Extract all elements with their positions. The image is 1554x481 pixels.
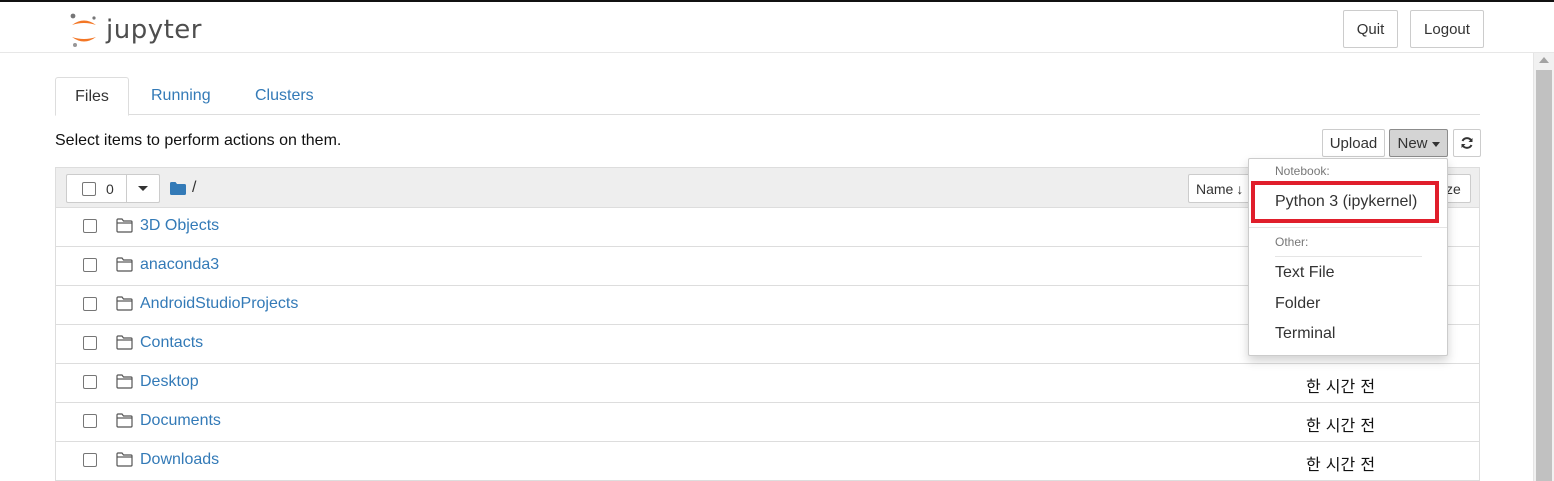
folder-outline-icon bbox=[116, 218, 133, 233]
folder-outline-icon bbox=[116, 257, 133, 272]
new-button[interactable]: New bbox=[1389, 129, 1448, 157]
top-header: jupyter Quit Logout bbox=[0, 0, 1554, 53]
selected-count: 0 bbox=[106, 180, 114, 197]
list-item[interactable]: Desktop 한 시간 전 bbox=[56, 364, 1479, 403]
list-item[interactable]: Downloads 한 시간 전 bbox=[56, 442, 1479, 481]
file-name-link[interactable]: 3D Objects bbox=[140, 217, 219, 235]
logout-button[interactable]: Logout bbox=[1410, 10, 1484, 48]
tab-running[interactable]: Running bbox=[151, 77, 211, 115]
select-all-checkbox[interactable] bbox=[82, 181, 96, 196]
jupyter-logo-icon bbox=[70, 13, 96, 47]
breadcrumb[interactable]: / bbox=[170, 179, 196, 197]
folder-outline-icon bbox=[116, 452, 133, 467]
menu-item-folder[interactable]: Folder bbox=[1275, 295, 1320, 313]
modified-time: 한 시간 전 bbox=[1306, 416, 1376, 435]
row-checkbox[interactable] bbox=[83, 453, 97, 467]
folder-outline-icon bbox=[116, 413, 133, 428]
scroll-up-arrow-icon[interactable] bbox=[1539, 57, 1549, 63]
row-checkbox[interactable] bbox=[83, 336, 97, 350]
folder-outline-icon bbox=[116, 335, 133, 350]
logo-text: jupyter bbox=[106, 15, 202, 45]
quit-button[interactable]: Quit bbox=[1343, 10, 1398, 48]
folder-outline-icon bbox=[116, 374, 133, 389]
selection-hint: Select items to perform actions on them. bbox=[55, 132, 342, 149]
menu-item-terminal[interactable]: Terminal bbox=[1275, 325, 1335, 343]
select-all-control[interactable]: 0 bbox=[67, 175, 127, 202]
menu-divider bbox=[1249, 227, 1447, 228]
breadcrumb-root[interactable]: / bbox=[192, 179, 196, 197]
select-dropdown-toggle[interactable] bbox=[127, 175, 159, 202]
new-button-label: New bbox=[1397, 134, 1428, 152]
file-name-link[interactable]: anaconda3 bbox=[140, 256, 219, 274]
other-section-header: Other: bbox=[1275, 235, 1309, 249]
row-checkbox[interactable] bbox=[83, 375, 97, 389]
refresh-button[interactable] bbox=[1453, 129, 1481, 157]
row-checkbox[interactable] bbox=[83, 258, 97, 272]
file-name-link[interactable]: Desktop bbox=[140, 373, 199, 391]
sort-name-label: Name bbox=[1196, 180, 1234, 197]
modified-time: 한 시간 전 bbox=[1306, 455, 1376, 474]
file-name-link[interactable]: Documents bbox=[140, 412, 221, 430]
folder-outline-icon bbox=[116, 296, 133, 311]
sort-arrow-icon: ↓ bbox=[1236, 180, 1244, 197]
vertical-scrollbar[interactable] bbox=[1533, 53, 1554, 481]
jupyter-logo[interactable]: jupyter bbox=[70, 12, 202, 48]
select-all-group: 0 bbox=[66, 174, 160, 203]
caret-down-icon bbox=[138, 186, 148, 191]
sort-size-label: ze bbox=[1446, 180, 1461, 197]
tab-clusters[interactable]: Clusters bbox=[255, 77, 314, 115]
file-name-link[interactable]: Downloads bbox=[140, 451, 219, 469]
tab-files[interactable]: Files bbox=[55, 77, 129, 116]
file-name-link[interactable]: Contacts bbox=[140, 334, 203, 352]
tab-bar: Files Running Clusters bbox=[55, 77, 1480, 116]
row-checkbox[interactable] bbox=[83, 414, 97, 428]
notebook-section-header: Notebook: bbox=[1275, 164, 1330, 178]
upload-button[interactable]: Upload bbox=[1322, 129, 1385, 157]
highlight-box bbox=[1251, 181, 1439, 223]
sort-by-size-button[interactable]: ze bbox=[1446, 174, 1471, 203]
other-header-divider bbox=[1275, 256, 1422, 257]
refresh-icon bbox=[1461, 137, 1473, 149]
row-checkbox[interactable] bbox=[83, 219, 97, 233]
caret-down-icon bbox=[1431, 141, 1440, 147]
menu-item-text-file[interactable]: Text File bbox=[1275, 264, 1335, 282]
scrollbar-thumb[interactable] bbox=[1536, 70, 1552, 481]
file-name-link[interactable]: AndroidStudioProjects bbox=[140, 295, 298, 313]
row-checkbox[interactable] bbox=[83, 297, 97, 311]
folder-icon bbox=[170, 181, 186, 195]
list-item[interactable]: Documents 한 시간 전 bbox=[56, 403, 1479, 442]
modified-time: 한 시간 전 bbox=[1306, 377, 1376, 396]
